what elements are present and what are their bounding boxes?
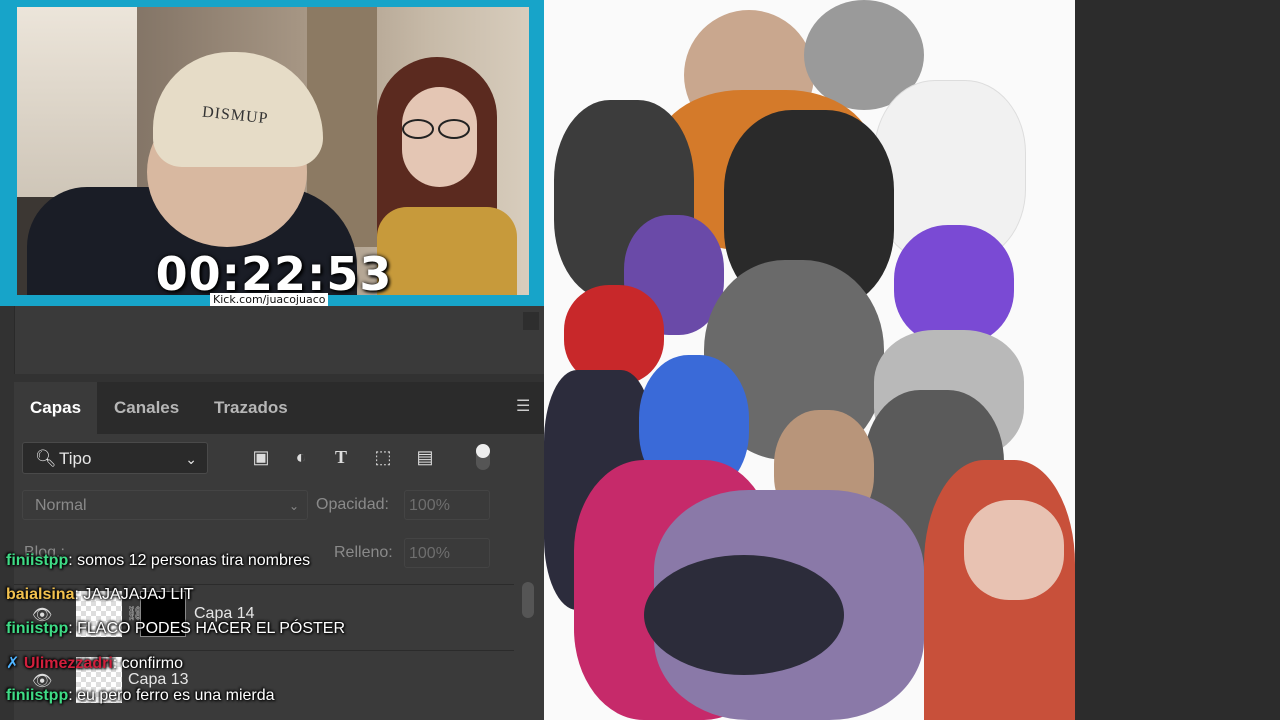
chat-text: somos 12 personas tira nombres [77, 552, 311, 569]
chevron-down-icon: ⌄ [185, 451, 197, 467]
chat-username: finiistpp [6, 552, 69, 569]
opacity-field[interactable]: 100% [404, 490, 490, 520]
chat-message: finiistpp: FLACO PODES HACER EL PÓSTER [6, 620, 346, 637]
musician-photo [894, 225, 1014, 345]
layers-scrollbar[interactable] [522, 582, 534, 618]
chat-message: ✗ Ulimezzadri: confirmo [6, 655, 184, 672]
chat-username: Ulimezzadri [23, 655, 113, 672]
layer-filter-select[interactable]: 🔍︎ Tipo ⌄ [22, 442, 208, 474]
panel-top-area [14, 306, 545, 374]
filter-toggle[interactable] [476, 444, 490, 470]
chat-text: confirmo [121, 655, 184, 672]
chat-badge-icon: ✗ [6, 655, 20, 672]
musician-photo [964, 500, 1064, 600]
webcam-wall [17, 7, 137, 207]
stream-timer: 00:22:53 [155, 247, 393, 295]
chat-message: finiistpp: somos 12 personas tira nombre… [6, 552, 311, 569]
fill-field[interactable]: 100% [404, 538, 490, 568]
chat-username: finiistpp [6, 620, 69, 637]
tab-canales[interactable]: Canales [98, 382, 195, 434]
adjustment-filter-icon[interactable]: ◐ [290, 446, 312, 468]
chevron-down-icon: ⌄ [288, 499, 299, 513]
opacity-label: Opacidad: [316, 496, 389, 513]
chat-message: baialsina: JAJAJAJAJ LIT [6, 586, 194, 603]
webcam-frame: DISMUP 00:22:53 Kick.com/juacojuaco [0, 0, 544, 306]
right-empty-panel [1075, 0, 1280, 720]
chat-text: JAJAJAJAJ LIT [83, 586, 194, 603]
chat-text: FLACO PODES HACER EL PÓSTER [77, 620, 346, 637]
tab-trazados[interactable]: Trazados [198, 382, 304, 434]
chat-username: baialsina [6, 586, 75, 603]
panel-scrollbar[interactable] [523, 312, 539, 330]
chat-username: finiistpp [6, 687, 69, 704]
poster-canvas[interactable] [544, 0, 1075, 720]
stream-url: Kick.com/juacojuaco [210, 293, 329, 306]
smart-object-filter-icon[interactable]: ▤ [414, 446, 436, 468]
panel-menu-icon[interactable]: ☰ [516, 399, 534, 415]
tab-capas[interactable]: Capas [14, 382, 98, 434]
webcam-feed: DISMUP 00:22:53 [17, 7, 529, 295]
type-filter-icon[interactable]: T [330, 446, 352, 468]
blend-mode-select[interactable]: Normal ⌄ [22, 490, 308, 520]
shape-filter-icon[interactable]: ⬚ [372, 446, 394, 468]
fill-label: Relleno: [334, 544, 393, 561]
panel-tabs: Capas Canales Trazados ☰ [14, 382, 544, 434]
guitar-image [644, 555, 844, 675]
chat-text: eu pero ferro es una mierda [77, 687, 275, 704]
image-filter-icon[interactable]: ▣ [250, 446, 272, 468]
guest-glasses [402, 119, 482, 139]
blend-mode-value: Normal [35, 497, 87, 514]
filter-label: Tipo [59, 449, 92, 468]
search-icon: 🔍︎ [35, 449, 57, 468]
chat-message: finiistpp: eu pero ferro es una mierda [6, 687, 275, 704]
